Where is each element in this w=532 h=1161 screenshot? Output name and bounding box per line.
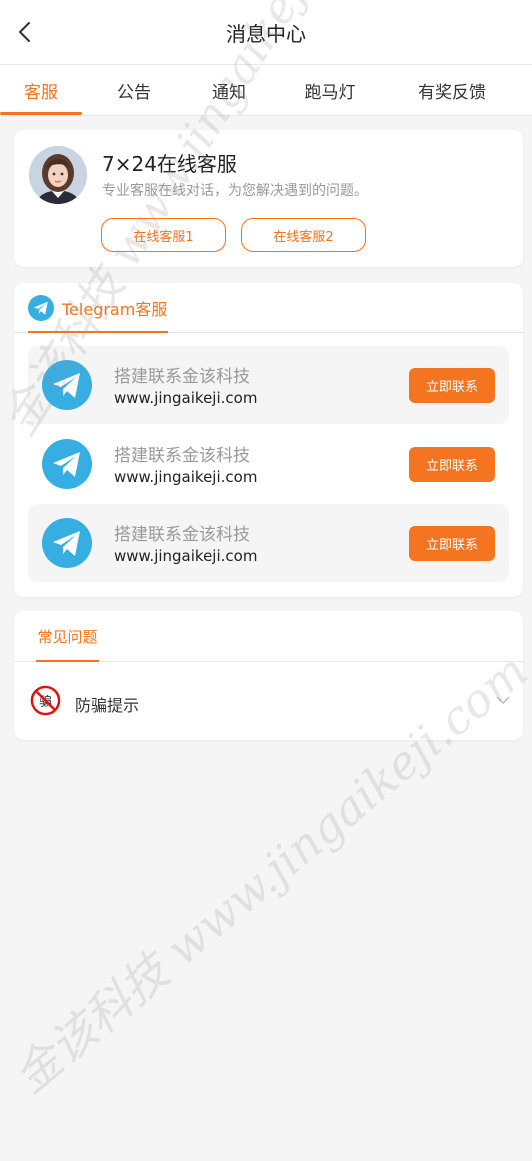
telegram-tab-bar: Telegram客服 xyxy=(14,283,523,333)
tab-notification[interactable]: 通知 xyxy=(186,65,272,115)
contact-url: www.jingaikeji.com xyxy=(114,547,258,565)
service-description: 专业客服在线对话，为您解决遇到的问题。 xyxy=(102,183,368,199)
back-arrow-icon[interactable] xyxy=(14,20,38,44)
anti-fraud-icon: 骗 xyxy=(30,685,61,716)
faq-item-anti-fraud[interactable]: 骗 防骗提示 xyxy=(14,662,523,740)
contact-name: 搭建联系金该科技 xyxy=(114,367,250,387)
contact-now-button[interactable]: 立即联系 xyxy=(409,368,495,403)
telegram-contact-item: 搭建联系金该科技 www.jingaikeji.com 立即联系 xyxy=(28,504,509,582)
agent-avatar xyxy=(29,146,87,204)
telegram-icon xyxy=(42,360,92,410)
tab-feedback[interactable]: 有奖反馈 xyxy=(388,65,516,115)
contact-url: www.jingaikeji.com xyxy=(114,468,258,486)
tab-bar: 客服 公告 通知 跑马灯 有奖反馈 xyxy=(0,65,532,116)
contact-name: 搭建联系金该科技 xyxy=(114,525,250,545)
online-service-1-button[interactable]: 在线客服1 xyxy=(101,218,226,252)
page-title: 消息中心 xyxy=(226,21,306,46)
telegram-tab-label: Telegram客服 xyxy=(62,299,168,319)
faq-tab-bar: 常见问题 xyxy=(14,611,523,662)
chevron-down-icon xyxy=(496,696,510,705)
telegram-contact-item: 搭建联系金该科技 www.jingaikeji.com 立即联系 xyxy=(28,425,509,503)
faq-item-label: 防骗提示 xyxy=(75,696,140,715)
top-bar: 消息中心 xyxy=(0,0,532,65)
telegram-contact-item: 搭建联系金该科技 www.jingaikeji.com 立即联系 xyxy=(28,346,509,424)
contact-now-button[interactable]: 立即联系 xyxy=(409,447,495,482)
tab-announcement[interactable]: 公告 xyxy=(82,65,186,115)
telegram-icon xyxy=(28,294,54,321)
tab-faq[interactable]: 常见问题 xyxy=(36,611,99,662)
contact-now-button[interactable]: 立即联系 xyxy=(409,526,495,561)
telegram-contact-list: 搭建联系金该科技 www.jingaikeji.com 立即联系 搭建联系金该科… xyxy=(28,346,509,583)
contact-name: 搭建联系金该科技 xyxy=(114,446,250,466)
tab-customer-service[interactable]: 客服 xyxy=(0,65,82,115)
telegram-icon xyxy=(42,518,92,568)
telegram-service-card: Telegram客服 搭建联系金该科技 www.jingaikeji.com 立… xyxy=(14,283,523,597)
contact-url: www.jingaikeji.com xyxy=(114,389,258,407)
telegram-icon xyxy=(42,439,92,489)
tab-marquee[interactable]: 跑马灯 xyxy=(272,65,388,115)
online-service-2-button[interactable]: 在线客服2 xyxy=(241,218,366,252)
online-service-card: 7×24在线客服 专业客服在线对话，为您解决遇到的问题。 在线客服1 在线客服2 xyxy=(14,130,523,267)
service-title: 7×24在线客服 xyxy=(102,152,237,176)
faq-card: 常见问题 骗 防骗提示 xyxy=(14,611,523,740)
tab-telegram[interactable]: Telegram客服 xyxy=(28,283,168,333)
